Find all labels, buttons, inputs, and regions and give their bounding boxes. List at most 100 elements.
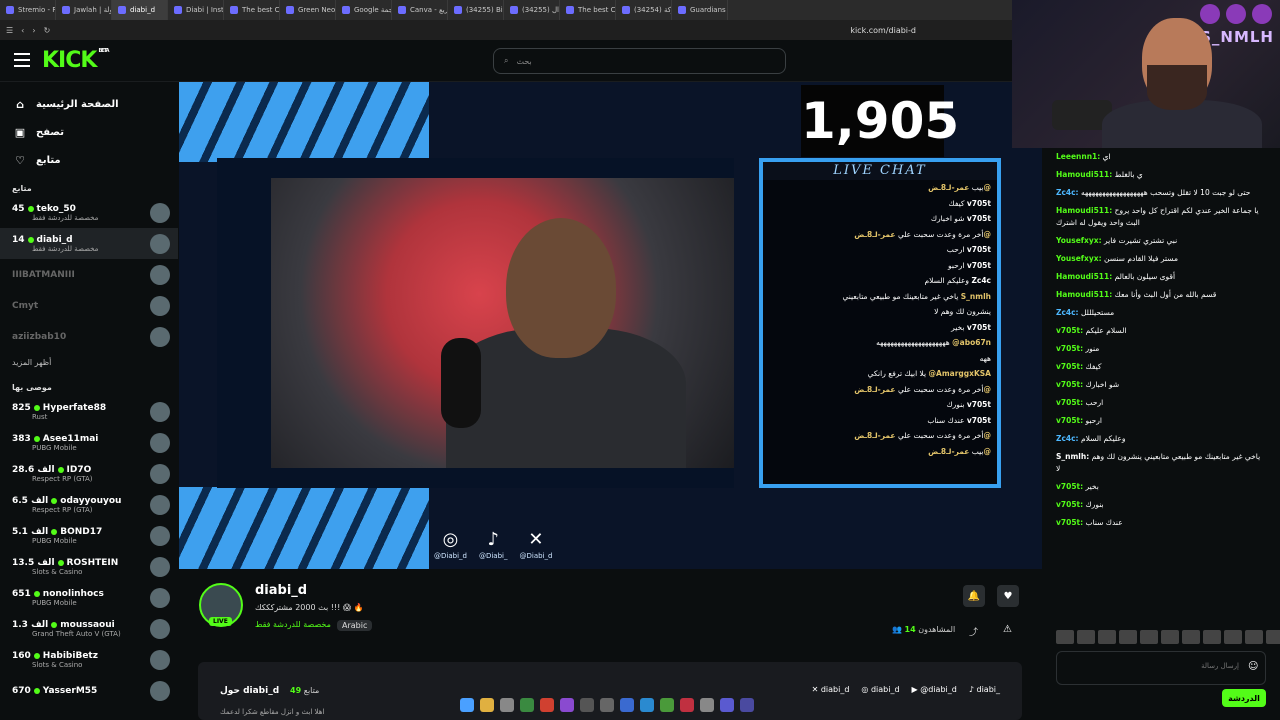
hamburger-menu-icon[interactable]	[14, 53, 30, 67]
sidebar-channel[interactable]: 651 nonolinhocs PUBG Mobile	[0, 582, 178, 613]
chat-username[interactable]: Hamoudi511:	[1056, 206, 1112, 215]
chat-username[interactable]: v705t:	[1056, 500, 1083, 509]
chat-username[interactable]: v705t:	[1056, 398, 1083, 407]
windows-start-icon[interactable]	[460, 698, 474, 712]
sidebar-nav-item[interactable]: ▣ تصفح	[0, 118, 178, 146]
app-icon[interactable]	[600, 698, 614, 712]
chat-username[interactable]: v705t:	[1056, 482, 1083, 491]
browser-tab[interactable]: Stremio - Freedo	[0, 0, 56, 20]
overlay-chat-message: ههه	[763, 351, 997, 367]
about-social-link[interactable]: ✕ diabi_d	[812, 685, 850, 694]
chat-username[interactable]: v705t:	[1056, 416, 1083, 425]
back-icon[interactable]: ‹	[21, 26, 24, 35]
search-input[interactable]: ⌕ بحث	[493, 48, 786, 74]
sidebar-channel[interactable]: 825 Hyperfate88 Rust	[0, 396, 178, 427]
chat-send-button[interactable]: الدردشة	[1222, 689, 1266, 707]
app-icon[interactable]	[680, 698, 694, 712]
chat-username[interactable]: Hamoudi511:	[1056, 272, 1112, 281]
chat-message: v705t: شو اخبارك	[1042, 376, 1280, 394]
chat-input[interactable]: إرسال رسالة	[1056, 651, 1266, 685]
sidebar-channel[interactable]: 28.6 ألف ID7O Respect RP (GTA)	[0, 458, 178, 489]
app-icon[interactable]	[560, 698, 574, 712]
kick-logo[interactable]: KICK BETA	[42, 48, 110, 73]
browser-tab[interactable]: (34254) معركة	[616, 0, 672, 20]
chat-username[interactable]: Yousefxyx:	[1056, 236, 1102, 245]
app-icon[interactable]	[700, 698, 714, 712]
channel-category: Slots & Casino	[32, 567, 83, 576]
emoji-icon[interactable]: ☺	[1248, 661, 1258, 672]
sidebar-channel[interactable]: 670 YasserM55	[0, 675, 178, 706]
address-url[interactable]: kick.com/diabi-d	[850, 26, 916, 35]
app-icon[interactable]	[720, 698, 734, 712]
emote-bar[interactable]	[1056, 630, 1280, 644]
sidebar-nav-item[interactable]: ⌂ الصفحة الرئيسية	[0, 90, 178, 118]
chat-username[interactable]: v705t:	[1056, 362, 1083, 371]
chat-username[interactable]: Leeennn1:	[1056, 152, 1100, 161]
chat-username[interactable]: Hamoudi511:	[1056, 170, 1112, 179]
channel-avatar	[150, 525, 170, 546]
app-icon[interactable]	[740, 698, 754, 712]
chat-username[interactable]: v705t:	[1056, 380, 1083, 389]
browser-tab[interactable]: The best ChatB	[224, 0, 280, 20]
chat-username[interactable]: Zc4c:	[1056, 434, 1079, 443]
app-icon[interactable]	[640, 698, 654, 712]
sidebar-channel[interactable]: IIIBATMANIII	[0, 259, 178, 290]
overlay-chat-message: بيب عمر-لـ8ـض@	[763, 444, 997, 460]
menu-icon[interactable]: ☰	[6, 26, 13, 35]
notification-bell-button[interactable]: 🔔	[963, 585, 985, 607]
file-explorer-icon[interactable]	[480, 698, 494, 712]
chat-username[interactable]: S_nmlh:	[1056, 452, 1089, 461]
sidebar-channel[interactable]: 5.1 ألف BOND17 PUBG Mobile	[0, 520, 178, 551]
channel-row: 6.5 ألف odayyouyou	[12, 496, 150, 506]
browser-tab[interactable]: diabi_d	[112, 0, 168, 20]
browser-tab[interactable]: Canva - المشاريع	[392, 0, 448, 20]
browser-tab[interactable]: Diabi | Instagram	[168, 0, 224, 20]
chat-username[interactable]: v705t:	[1056, 326, 1083, 335]
browser-tab[interactable]: Google ترجمة	[336, 0, 392, 20]
show-more-link[interactable]: أظهر المزيد	[0, 352, 178, 373]
app-icon[interactable]	[660, 698, 674, 712]
reload-icon[interactable]: ↻	[44, 26, 51, 35]
brave-browser-icon[interactable]	[540, 698, 554, 712]
chat-username[interactable]: v705t:	[1056, 344, 1083, 353]
browser-tab[interactable]: (34255) Billie Eilis	[448, 0, 504, 20]
channel-name[interactable]: diabi_d	[255, 583, 307, 598]
chat-username[interactable]: v705t:	[1056, 518, 1083, 527]
chat-username[interactable]: Zc4c:	[1056, 308, 1079, 317]
sidebar-channel[interactable]: Cmyt	[0, 290, 178, 321]
stream-category[interactable]: مخصصة للدردشة فقط	[255, 620, 331, 629]
about-social-link[interactable]: ◎ diabi_d	[861, 685, 899, 694]
browser-tab[interactable]: (34255) سالي ال	[504, 0, 560, 20]
app-icon[interactable]	[520, 698, 534, 712]
chat-username[interactable]: Yousefxyx:	[1056, 254, 1102, 263]
follow-button[interactable]: ♥	[997, 585, 1019, 607]
share-icon[interactable]: ⤴	[969, 625, 978, 638]
about-social-link[interactable]: ▶ @diabi_d	[912, 685, 957, 694]
about-social-link[interactable]: ♪ diabi_	[969, 685, 1000, 694]
tab-title: (34255) Billie Eilis	[466, 6, 504, 14]
channel-avatar	[150, 494, 170, 515]
chat-username[interactable]: Hamoudi511:	[1056, 290, 1112, 299]
sidebar-channel[interactable]: 1.3 ألف moussaoui Grand Theft Auto V (GTA)	[0, 613, 178, 644]
language-tag[interactable]: Arabic	[337, 620, 373, 631]
app-icon[interactable]	[620, 698, 634, 712]
sidebar-channel[interactable]: 6.5 ألف odayyouyou Respect RP (GTA)	[0, 489, 178, 520]
browser-tab[interactable]: The best ChatB	[560, 0, 616, 20]
sidebar-nav-item[interactable]: ♡ متابع	[0, 146, 178, 174]
heart-icon: ♥	[1003, 590, 1013, 602]
sidebar-channel[interactable]: 383 Asee11mai PUBG Mobile	[0, 427, 178, 458]
sidebar-channel[interactable]: 45 teko_50 مخصصة للدردشة فقط	[0, 197, 178, 228]
app-icon[interactable]	[500, 698, 514, 712]
app-icon[interactable]	[580, 698, 594, 712]
sidebar-channel[interactable]: 13.5 ألف ROSHTEIN Slots & Casino	[0, 551, 178, 582]
forward-icon[interactable]: ›	[32, 26, 35, 35]
sidebar-channel[interactable]: 14 diabi_d مخصصة للدردشة فقط	[0, 228, 178, 259]
sidebar-channel[interactable]: 160 HabibiBetz Slots & Casino	[0, 644, 178, 675]
browser-tab[interactable]: Green Neon Sc	[280, 0, 336, 20]
video-player[interactable]: 1,905 LIVE CHAT بيب عمر-لـ8ـض@ كيفك v705t…	[179, 82, 1042, 569]
report-icon[interactable]: ⚠	[1003, 624, 1012, 635]
chat-username[interactable]: Zc4c:	[1056, 188, 1079, 197]
browser-tab[interactable]: Guardians أنمي	[672, 0, 728, 20]
sidebar-channel[interactable]: aziizbab10	[0, 321, 178, 352]
browser-tab[interactable]: Jawlah | جولة	[56, 0, 112, 20]
